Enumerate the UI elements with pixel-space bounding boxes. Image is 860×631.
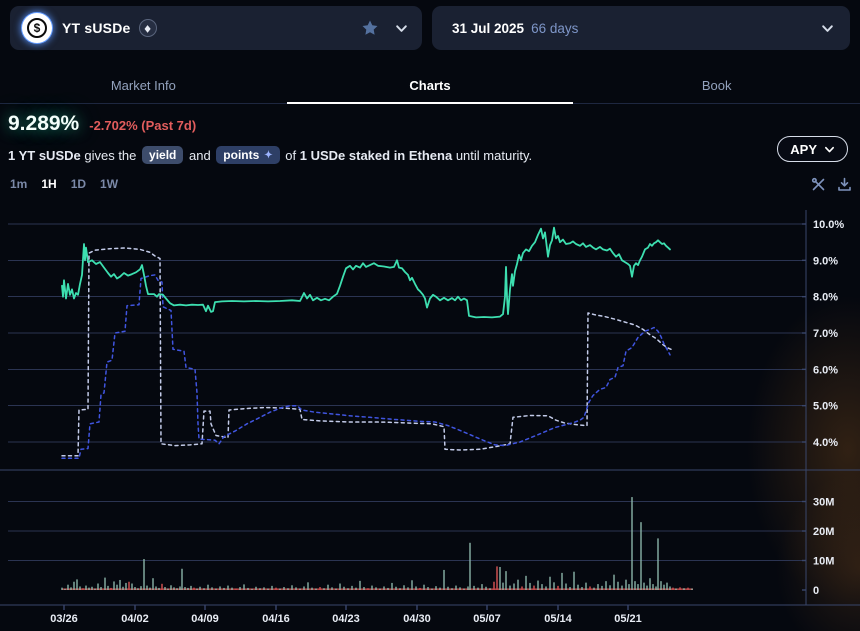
svg-text:20M: 20M [813,526,834,538]
svg-text:05/14: 05/14 [544,613,572,625]
svg-text:9.0%: 9.0% [813,255,838,267]
svg-text:04/30: 04/30 [403,613,431,625]
token-selector[interactable]: $ YT sUSDe ◆ [10,6,422,50]
tab-market-info[interactable]: Market Info [0,72,287,103]
range-1m[interactable]: 1m [10,177,27,191]
maturity-date: 31 Jul 2025 [452,21,524,36]
chart-toolbar [811,177,852,192]
svg-text:04/16: 04/16 [262,613,290,625]
svg-text:5.0%: 5.0% [813,401,838,413]
susde-token-icon: $ [22,13,52,43]
apy-stats: 9.289% -2.702% (Past 7d) [8,112,196,136]
svg-text:05/21: 05/21 [614,613,642,625]
svg-text:04/02: 04/02 [121,613,149,625]
apy-metric-dropdown[interactable]: APY [777,136,848,162]
svg-text:0: 0 [813,585,819,597]
svg-text:10M: 10M [813,556,834,568]
svg-text:05/07: 05/07 [473,613,501,625]
svg-text:6.0%: 6.0% [813,364,838,376]
yt-market-page: $ YT sUSDe ◆ 31 Jul 2025 66 days Market … [0,0,860,631]
chevron-down-icon[interactable] [395,22,408,35]
svg-text:10.0%: 10.0% [813,219,844,231]
svg-text:03/26: 03/26 [50,613,78,625]
tab-book[interactable]: Book [573,72,860,103]
favorite-star-icon[interactable] [361,19,379,37]
apy-change-7d: -2.702% (Past 7d) [89,118,196,133]
chart-tools-icon[interactable] [811,177,826,192]
chevron-down-icon [824,144,835,155]
market-description: 1 YT sUSDe gives the yield and points✦ o… [8,146,532,164]
svg-text:04/09: 04/09 [191,613,219,625]
maturity-selector[interactable]: 31 Jul 2025 66 days [432,6,850,50]
market-header: $ YT sUSDe ◆ 31 Jul 2025 66 days [10,6,850,50]
download-icon[interactable] [837,177,852,192]
tab-charts[interactable]: Charts [287,72,574,104]
range-1d[interactable]: 1D [71,177,86,191]
current-apy-value: 9.289% [8,112,79,136]
maturity-days-left: 66 days [531,21,578,36]
range-1h[interactable]: 1H [41,177,56,191]
chevron-down-icon[interactable] [821,22,834,35]
range-1w[interactable]: 1W [100,177,118,191]
apy-price-chart[interactable]: 10.0% 9.0% 8.0% 7.0% 6.0% 5.0% 4.0% 30M 20M 10M 0 0… [0,200,860,631]
section-tabs: Market Info Charts Book [0,72,860,104]
svg-text:30M: 30M [813,497,834,509]
ethereum-network-icon: ◆ [139,19,157,37]
svg-text:04/23: 04/23 [332,613,360,625]
svg-text:7.0%: 7.0% [813,328,838,340]
token-name: YT sUSDe [62,20,131,36]
timeframe-controls: 1m 1H 1D 1W [10,177,118,191]
svg-text:8.0%: 8.0% [813,292,838,304]
svg-text:4.0%: 4.0% [813,437,838,449]
